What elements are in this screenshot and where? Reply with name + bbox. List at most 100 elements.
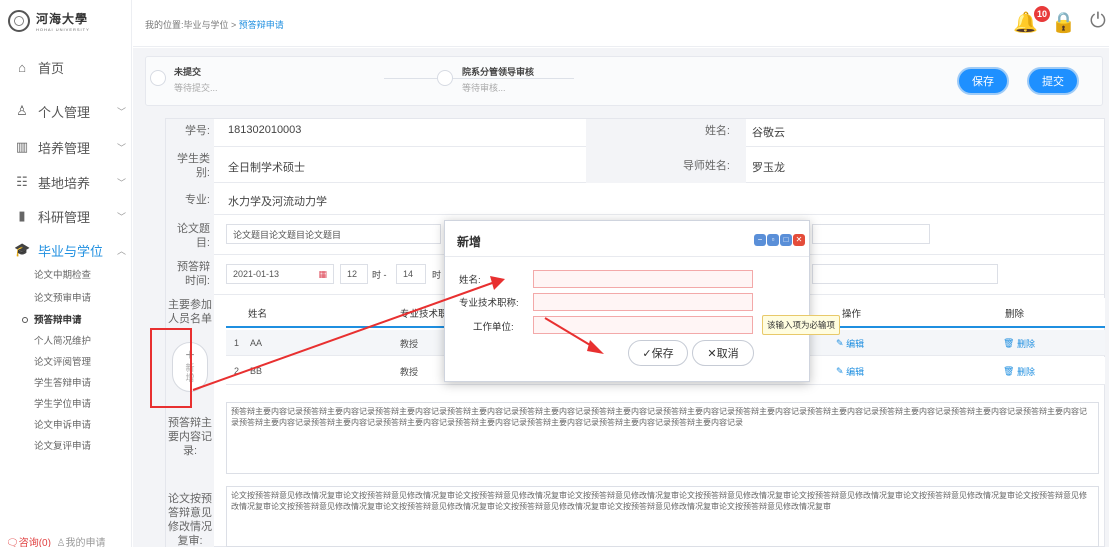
logo-name-en: HOHAI UNIVERSITY (36, 27, 90, 32)
student-type-value: 全日制学术硕士 (228, 162, 305, 174)
member-name: AA (250, 338, 263, 348)
maximize-icon[interactable]: □ (780, 234, 792, 246)
required-field-tooltip: 该输入项为必输项 (762, 315, 840, 335)
power-icon[interactable]: ⏻ (1090, 10, 1106, 33)
chat-icon: 🗨 (6, 538, 19, 547)
university-seal-icon (8, 10, 30, 32)
restore-icon[interactable]: ▫ (767, 234, 779, 246)
subnav-item[interactable]: 学生答辩申请 (34, 375, 91, 389)
lock-icon[interactable]: 🔒 (1051, 10, 1076, 35)
delete-button[interactable]: 🗑 删除 (1003, 333, 1035, 353)
person-icon: ♙ (16, 103, 28, 118)
subnav-item[interactable]: 论文评阅管理 (34, 354, 91, 368)
thesis-title-input-extension[interactable] (812, 224, 930, 244)
dialog-title-input[interactable] (533, 293, 753, 311)
sidebar-item-base[interactable]: ☷ 基地培养 ﹀ (14, 172, 126, 192)
trash-icon: 🗑 (1003, 337, 1015, 348)
sidebar-footer: 🗨咨询(0) ♙我的申请 (6, 534, 105, 547)
subnav-item[interactable]: 论文中期检查 (34, 267, 91, 281)
dialog-unit-input[interactable] (533, 316, 753, 334)
sidebar-item-home[interactable]: ⌂ 首页 (14, 57, 126, 77)
date-input[interactable]: 2021-01-13 ▦ (226, 264, 334, 284)
pencil-icon: ✎ (836, 337, 844, 348)
consult-link[interactable]: 🗨咨询(0) (6, 538, 51, 547)
row-index: 1 (234, 338, 240, 348)
logo-name-cn: 河海大學 (36, 12, 89, 26)
breadcrumb-current[interactable]: 预答辩申请 (239, 20, 284, 30)
step-status: 等待审核... (462, 83, 506, 93)
calendar-icon[interactable]: ▦ (318, 269, 327, 280)
subnav-item[interactable]: 论文申诉申请 (34, 417, 91, 431)
submit-button[interactable]: 提交 (1027, 67, 1079, 95)
step-status: 等待提交... (174, 83, 218, 93)
location-input[interactable] (812, 264, 998, 284)
name-value: 谷敬云 (752, 127, 785, 139)
minimize-icon[interactable]: − (754, 234, 766, 246)
subnav-item-current[interactable]: 预答辩申请 (22, 312, 82, 326)
record-label: 预答辩主要内容记录: (168, 417, 212, 457)
edit-label: 编辑 (846, 366, 865, 377)
subnav-item[interactable]: 学生学位申请 (34, 396, 91, 410)
university-logo[interactable]: 河海大學 HOHAI UNIVERSITY (8, 10, 90, 32)
student-id-label: 学号: (184, 125, 210, 137)
member-title: 教授 (400, 366, 419, 377)
my-applications-link[interactable]: ♙我的申请 (57, 538, 106, 547)
supervisor-label: 导师姓名: (682, 160, 730, 172)
step-title: 院系分管领导审核 (462, 67, 535, 77)
dialog-save-button[interactable]: ✓保存 (628, 340, 688, 366)
pencil-icon: ✎ (836, 365, 844, 376)
column-header-actions: 操作 (842, 309, 862, 320)
save-button[interactable]: 保存 (957, 67, 1009, 95)
sidebar-item-research[interactable]: ▮ 科研管理 ﹀ (14, 206, 126, 226)
column-header-name: 姓名 (248, 309, 268, 320)
dialog-name-label: 姓名: (459, 275, 481, 286)
member-title: 教授 (400, 338, 419, 349)
graduation-cap-icon: 🎓 (14, 242, 31, 257)
sidebar-item-graduation[interactable]: 🎓 毕业与学位 ︿ (14, 240, 126, 260)
column-header-title: 专业技术职 (400, 309, 448, 320)
thesis-title-input[interactable]: 论文题目论文题目论文题目 (226, 224, 441, 244)
date-value: 2021-01-13 (233, 269, 280, 279)
close-icon[interactable]: ✕ (793, 234, 805, 246)
sidebar-item-label: 首页 (38, 60, 65, 76)
start-hour-input[interactable]: 12 (340, 264, 368, 284)
dialog-cancel-button[interactable]: ✕取消 (692, 340, 754, 366)
sidebar-item-personal[interactable]: ♙ 个人管理 ﹀ (14, 101, 126, 121)
dialog-title: 新增 (457, 235, 482, 249)
dialog-name-input[interactable] (533, 270, 753, 288)
subnav-item[interactable]: 论文预审申请 (34, 290, 91, 304)
subnav-item[interactable]: 个人简况维护 (34, 333, 91, 347)
step-connector (384, 78, 574, 79)
list-icon: ☷ (16, 174, 28, 189)
breadcrumb: 我的位置:毕业与学位 > 预答辩申请 (145, 18, 284, 31)
student-type-label: 学生类别: (177, 153, 210, 179)
row-index: 2 (234, 366, 240, 376)
end-hour-input[interactable]: 14 (396, 264, 426, 284)
thesis-title-label: 论文题目: (177, 223, 210, 249)
home-icon: ⌂ (18, 59, 26, 75)
dialog-header: 新增 − ▫ □ ✕ (445, 221, 809, 257)
delete-button[interactable]: 🗑 删除 (1003, 361, 1035, 381)
edit-button[interactable]: ✎ 编辑 (836, 361, 864, 381)
chevron-up-icon: ︿ (116, 245, 126, 256)
dialog-body: 姓名: 专业技术职称: 工作单位: ✓保存 ✕取消 (445, 258, 809, 381)
record-textarea[interactable]: 预答辩主要内容记录预答辩主要内容记录预答辩主要内容记录预答辩主要内容记录预答辩主… (226, 402, 1099, 474)
sidebar-item-label: 培养管理 (38, 140, 91, 156)
revision-label: 论文按预答辩意见修改情况复审: (168, 493, 212, 547)
bars-icon: ▮ (18, 208, 26, 223)
chevron-down-icon: ﹀ (116, 211, 126, 222)
hour-separator: 时 - (372, 270, 387, 280)
dialog-unit-label: 工作单位: (473, 322, 514, 333)
edit-button[interactable]: ✎ 编辑 (836, 333, 864, 353)
subnav-item[interactable]: 论文复评申请 (34, 438, 91, 452)
name-label: 姓名: (704, 125, 730, 137)
app-root: 河海大學 HOHAI UNIVERSITY ⌂ 首页 ♙ 个人管理 ﹀ ▥ 培养管理 ﹀ … (0, 0, 1109, 547)
topbar: 我的位置:毕业与学位 > 预答辩申请 (133, 0, 1109, 47)
revision-textarea[interactable]: 论文按预答辩意见修改情况复审论文按预答辩意见修改情况复审论文按预答辩意见修改情况… (226, 486, 1099, 547)
consult-label: 咨询(0) (18, 538, 51, 547)
sidebar-item-label: 个人管理 (38, 104, 91, 120)
notification-badge: 10 (1034, 6, 1050, 22)
dialog-title-label: 专业技术职称: (459, 298, 519, 309)
major-value: 水力学及河流动力学 (228, 196, 327, 208)
sidebar-item-training[interactable]: ▥ 培养管理 ﹀ (14, 137, 126, 157)
